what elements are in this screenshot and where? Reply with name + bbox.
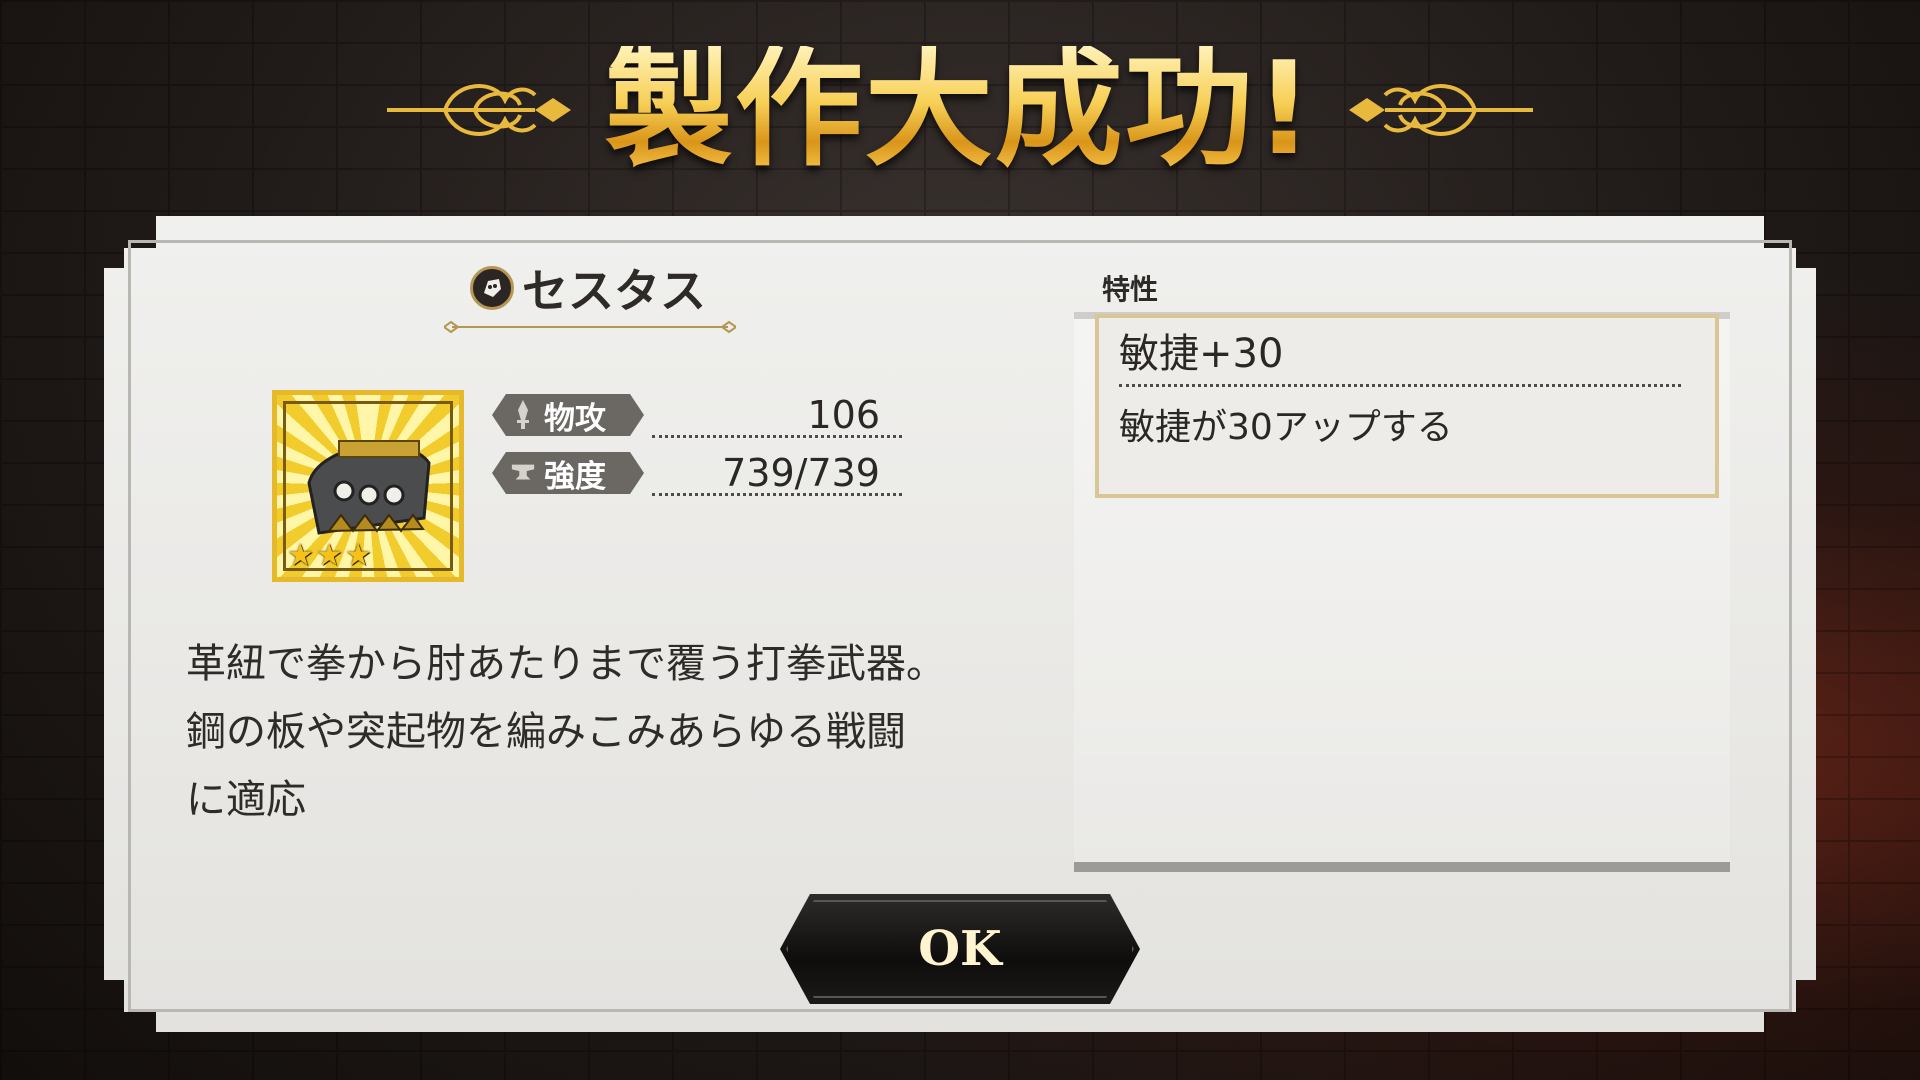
title-text: 製作大成功! bbox=[604, 35, 1316, 184]
sword-icon bbox=[510, 400, 536, 430]
name-underline-ornament bbox=[444, 320, 736, 334]
star-icon: ★ bbox=[315, 538, 343, 573]
stat-value-attack: 106 bbox=[652, 392, 902, 438]
trait-name: 敏捷+30 bbox=[1119, 328, 1681, 387]
gauntlet-icon bbox=[470, 266, 514, 310]
item-name-header: セスタス bbox=[470, 262, 706, 318]
title-banner: 製作大成功! bbox=[0, 20, 1920, 200]
cestus-weapon-icon[interactable]: ★ ★ ★ bbox=[272, 390, 464, 582]
star-icon: ★ bbox=[287, 538, 314, 573]
description-line: に適応 bbox=[186, 777, 306, 823]
stat-label-text: 物攻 bbox=[544, 400, 606, 437]
stat-row-durability: 強度 739/739 bbox=[492, 450, 902, 498]
stat-row-attack: 物攻 106 bbox=[492, 392, 902, 440]
ok-button[interactable]: OK bbox=[780, 894, 1140, 1004]
item-name: セスタス bbox=[522, 264, 706, 318]
anvil-icon bbox=[510, 458, 536, 488]
right-flourish-ornament bbox=[1349, 84, 1534, 136]
traits-header: 特性 bbox=[1102, 273, 1159, 306]
left-flourish-ornament bbox=[386, 84, 571, 136]
stat-label-attack: 物攻 bbox=[492, 394, 644, 436]
cestus-artwork bbox=[307, 440, 431, 535]
stat-value-durability: 739/739 bbox=[652, 450, 902, 496]
trait-description: 敏捷が30アップする bbox=[1119, 407, 1453, 448]
stat-label-durability: 強度 bbox=[492, 452, 644, 494]
ok-button-label: OK bbox=[918, 921, 1002, 977]
description-line: 鋼の板や突起物を編みこみあらゆる戦闘 bbox=[186, 709, 906, 755]
description-line: 革紐で拳から肘あたりまで覆う打拳武器。 bbox=[186, 641, 946, 687]
item-description: 革紐で拳から肘あたりまで覆う打拳武器。 鋼の板や突起物を編みこみあらゆる戦闘 に… bbox=[186, 630, 1066, 834]
star-icon: ★ bbox=[344, 538, 372, 573]
trait-card: 敏捷+30 敏捷が30アップする bbox=[1095, 314, 1719, 498]
rarity-stars: ★ ★ ★ bbox=[287, 541, 372, 571]
stat-label-text: 強度 bbox=[544, 458, 606, 495]
